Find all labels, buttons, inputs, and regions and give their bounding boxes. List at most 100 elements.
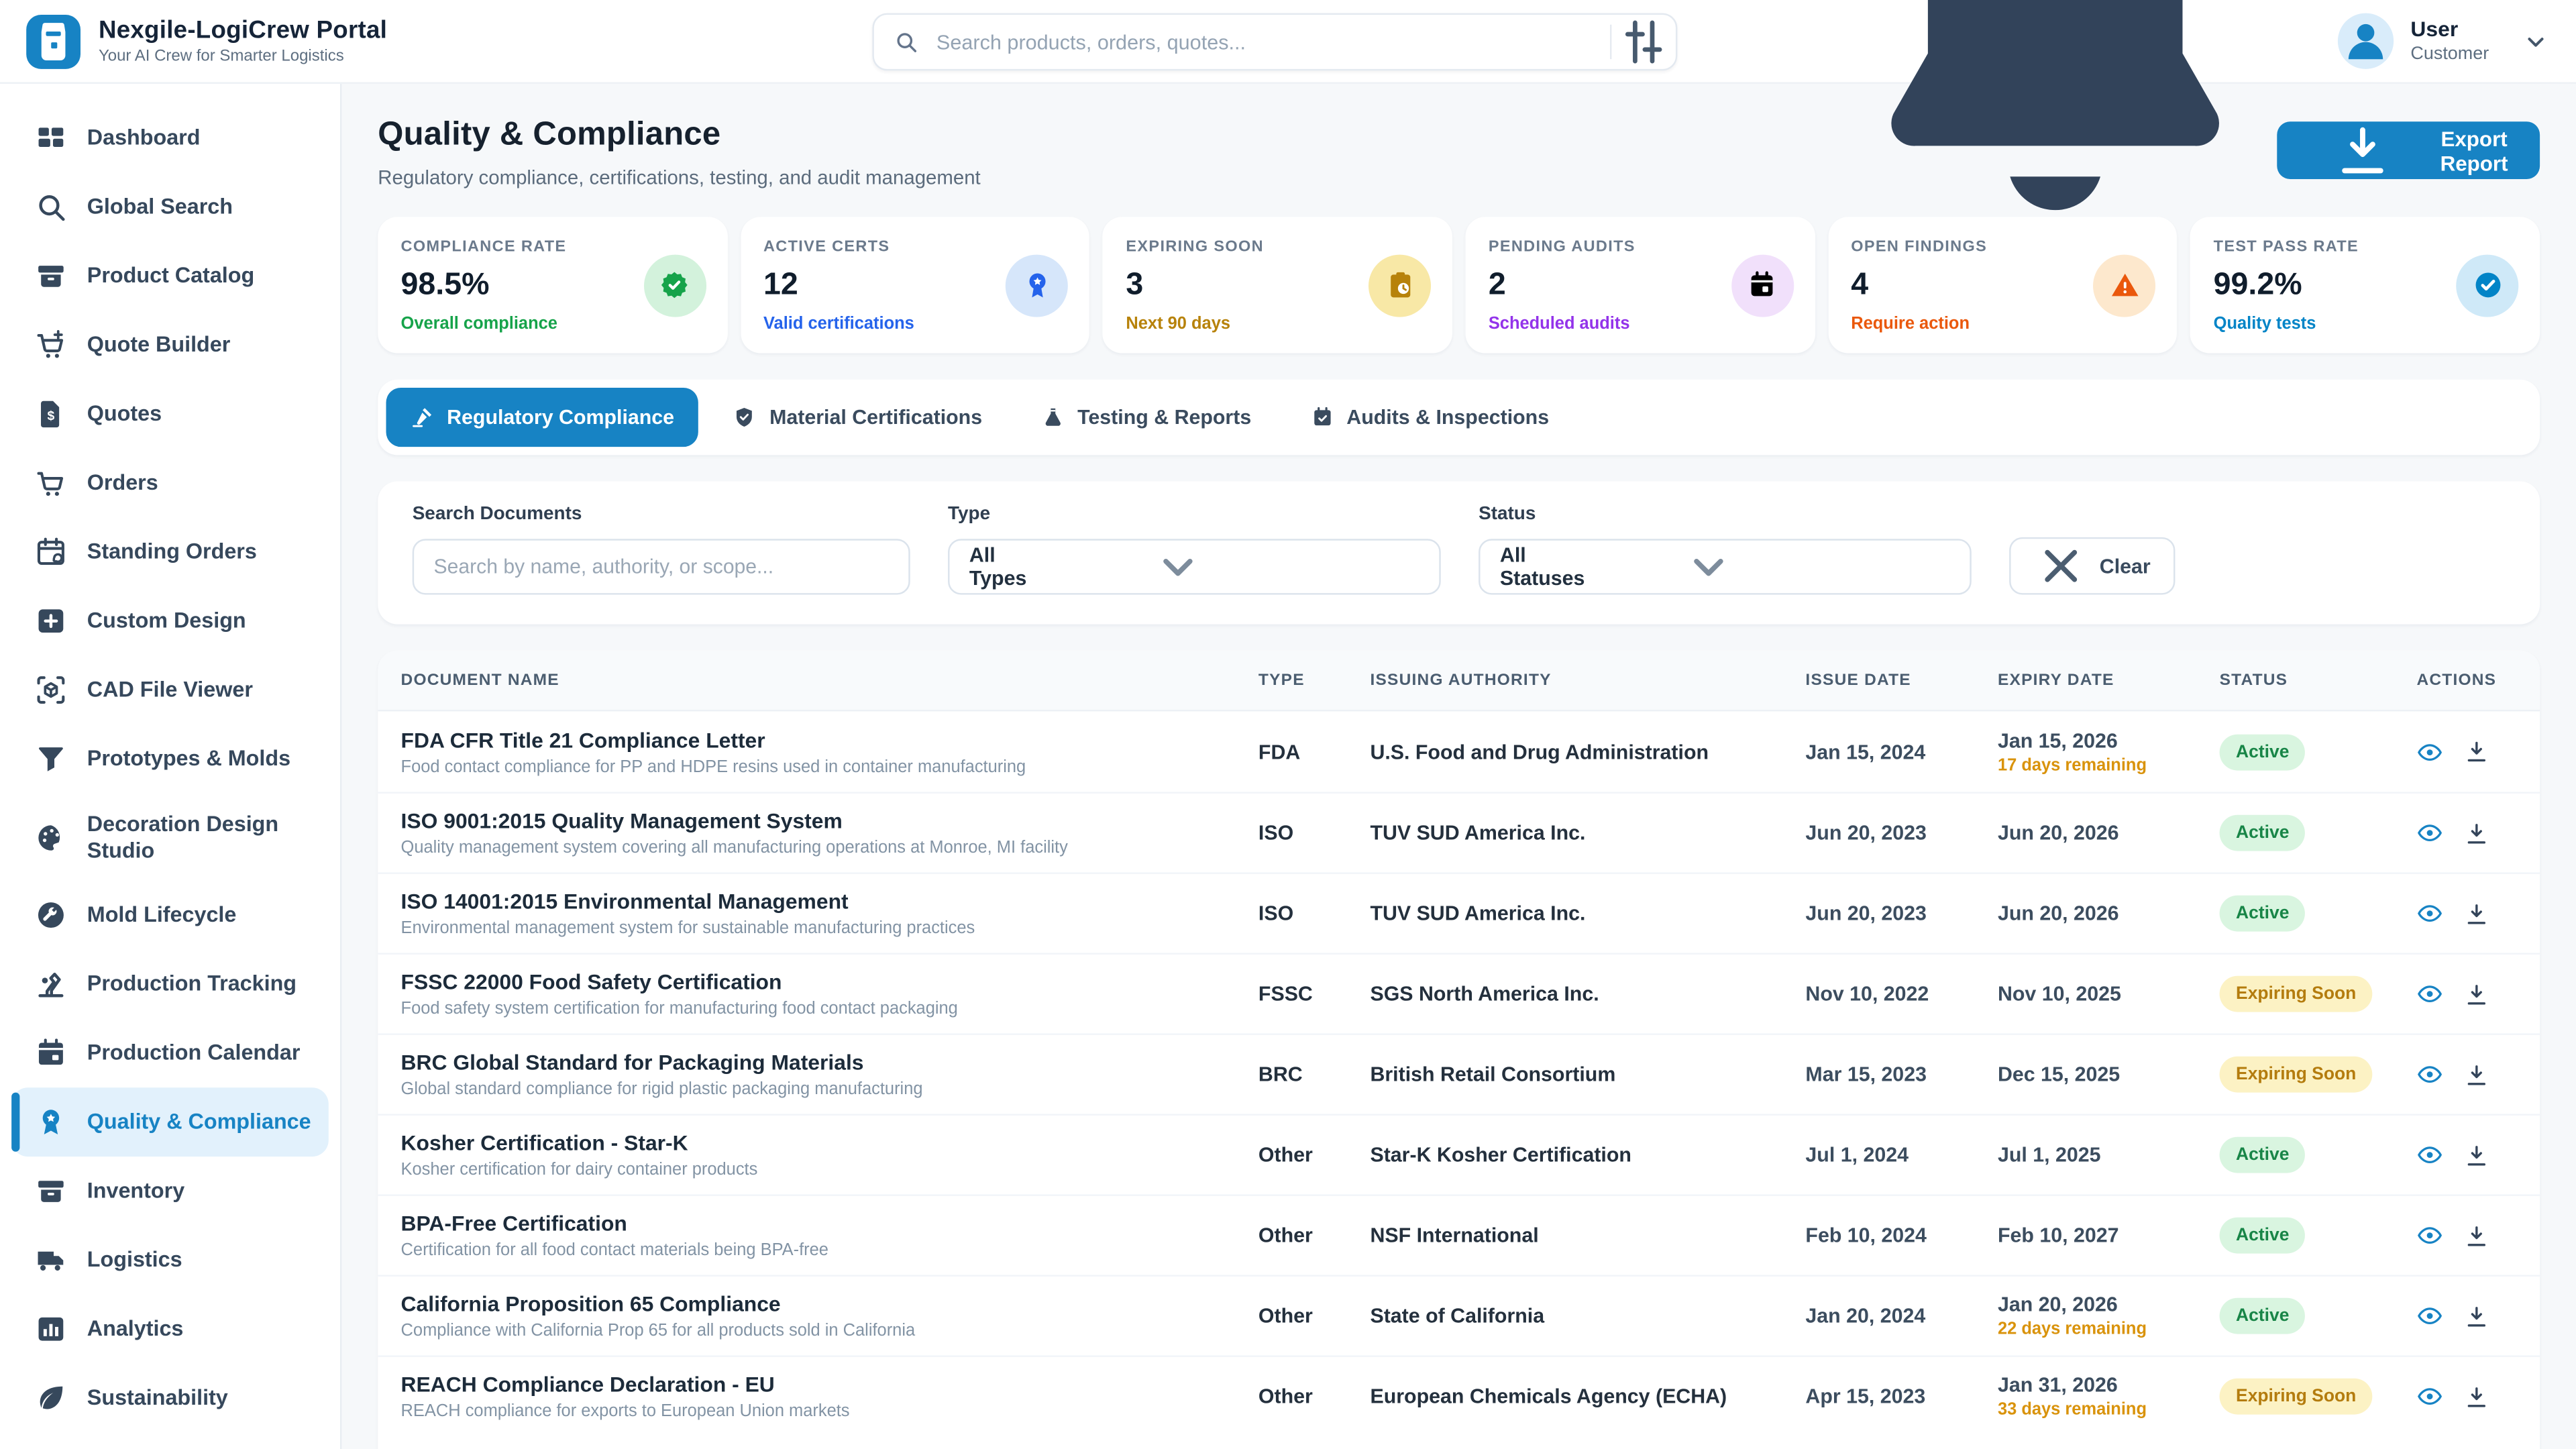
document-name: BRC Global Standard for Packaging Materi…: [401, 1050, 1258, 1075]
truck-icon: [34, 1244, 67, 1277]
calendar-icon: [34, 1036, 67, 1069]
document-cell: BRC Global Standard for Packaging Materi…: [401, 1050, 1258, 1099]
sidebar-item-quality-compliance[interactable]: Quality & Compliance: [11, 1087, 329, 1157]
type-cell: ISO: [1258, 902, 1371, 924]
stat-card-active-certs: ACTIVE CERTS12Valid certifications: [741, 217, 1090, 353]
notifications-button[interactable]: [1809, 0, 2302, 288]
sidebar-item-cad-file-viewer[interactable]: CAD File Viewer: [11, 655, 329, 724]
view-document-button[interactable]: [2416, 981, 2443, 1007]
cart-icon: [34, 467, 67, 500]
status-cell: Expiring Soon: [2220, 1057, 2417, 1093]
person-icon: [2339, 13, 2394, 69]
sidebar-item-logistics[interactable]: Logistics: [11, 1226, 329, 1295]
clipboard-clock-icon: [1368, 254, 1431, 316]
tab-audits-inspections[interactable]: Audits & Inspections: [1286, 388, 1574, 447]
palette-icon: [34, 820, 67, 853]
sidebar-item-production-tracking[interactable]: Production Tracking: [11, 950, 329, 1019]
sidebar: DashboardGlobal SearchProduct CatalogQuo…: [0, 84, 341, 1449]
sidebar-item-analytics[interactable]: Analytics: [11, 1295, 329, 1364]
avatar[interactable]: [2339, 13, 2394, 69]
box-icon: [34, 1175, 67, 1208]
sidebar-item-orders[interactable]: Orders: [11, 449, 329, 518]
sidebar-item-dashboard[interactable]: Dashboard: [11, 103, 329, 172]
sidebar-item-product-catalog[interactable]: Product Catalog: [11, 241, 329, 311]
download-document-button[interactable]: [2464, 981, 2490, 1007]
view-document-button[interactable]: [2416, 1383, 2443, 1409]
sidebar-item-label: Analytics: [87, 1316, 184, 1342]
view-document-button[interactable]: [2416, 739, 2443, 765]
status-badge: Active: [2220, 896, 2306, 932]
issuing-authority-cell: SGS North America Inc.: [1370, 982, 1805, 1005]
sidebar-item-sustainability[interactable]: Sustainability: [11, 1364, 329, 1433]
clear-filters-button[interactable]: Clear: [2009, 537, 2175, 595]
sidebar-item-custom-design[interactable]: Custom Design: [11, 586, 329, 655]
page-title-block: Quality & Compliance Regulatory complian…: [378, 117, 980, 189]
issue-date-cell: Jan 15, 2024: [1805, 740, 1998, 763]
type-cell: Other: [1258, 1304, 1371, 1327]
table-row: BPA-Free CertificationCertification for …: [378, 1194, 2540, 1275]
view-document-button[interactable]: [2416, 1222, 2443, 1248]
download-document-button[interactable]: [2464, 739, 2490, 765]
sidebar-item-production-calendar[interactable]: Production Calendar: [11, 1018, 329, 1087]
expiry-date: Jan 20, 2026: [1998, 1293, 2220, 1316]
view-document-button[interactable]: [2416, 1061, 2443, 1087]
stat-label: PENDING AUDITS: [1489, 238, 1792, 256]
document-name: FDA CFR Title 21 Compliance Letter: [401, 727, 1258, 752]
download-document-button[interactable]: [2464, 900, 2490, 926]
document-cell: ISO 14001:2015 Environmental ManagementE…: [401, 889, 1258, 938]
download-document-button[interactable]: [2464, 1303, 2490, 1329]
tab-testing-reports[interactable]: Testing & Reports: [1017, 388, 1276, 447]
sidebar-item-label: Global Search: [87, 194, 233, 219]
stat-label: EXPIRING SOON: [1126, 238, 1429, 256]
expiry-date-cell: Feb 10, 2027: [1998, 1224, 2220, 1246]
document-description: Environmental management system for sust…: [401, 920, 1258, 938]
download-document-button[interactable]: [2464, 1222, 2490, 1248]
view-document-button[interactable]: [2416, 1142, 2443, 1168]
tab-regulatory-compliance[interactable]: Regulatory Compliance: [386, 388, 699, 447]
actions-cell: [2416, 981, 2516, 1007]
sidebar-item-standing-orders[interactable]: Standing Orders: [11, 517, 329, 586]
tab-label: Audits & Inspections: [1346, 406, 1549, 429]
sidebar-item-global-search[interactable]: Global Search: [11, 172, 329, 241]
issue-date-cell: Jul 1, 2024: [1805, 1143, 1998, 1166]
sidebar-item-quote-builder[interactable]: Quote Builder: [11, 311, 329, 380]
search-input[interactable]: [933, 29, 1610, 55]
eye-icon: [2416, 1383, 2443, 1409]
check-badge-icon: [643, 254, 706, 316]
sidebar-item-label: Quotes: [87, 401, 162, 427]
view-document-button[interactable]: [2416, 1303, 2443, 1329]
sidebar-item-decoration-design-studio[interactable]: Decoration Design Studio: [11, 794, 329, 881]
document-cell: BPA-Free CertificationCertification for …: [401, 1211, 1258, 1260]
issue-date-cell: Apr 15, 2023: [1805, 1385, 1998, 1407]
export-report-button[interactable]: Export Report: [2276, 121, 2540, 179]
sidebar-item-quotes[interactable]: $Quotes: [11, 380, 329, 449]
type-filter-group: Type All Types: [948, 504, 1441, 595]
download-document-button[interactable]: [2464, 1061, 2490, 1087]
status-cell: Expiring Soon: [2220, 1379, 2417, 1415]
search-filter-button[interactable]: [1611, 15, 1676, 69]
download-document-button[interactable]: [2464, 1383, 2490, 1409]
tab-material-certifications[interactable]: Material Certifications: [708, 388, 1006, 447]
download-document-button[interactable]: [2464, 1142, 2490, 1168]
status-select[interactable]: All Statuses: [1479, 539, 1972, 594]
sidebar-item-mold-lifecycle[interactable]: Mold Lifecycle: [11, 881, 329, 950]
document-cell: REACH Compliance Declaration - EUREACH c…: [401, 1372, 1258, 1421]
document-search-input[interactable]: [413, 539, 910, 594]
download-document-button[interactable]: [2464, 820, 2490, 846]
sidebar-item-label: Dashboard: [87, 125, 201, 151]
sidebar-item-prototypes-molds[interactable]: Prototypes & Molds: [11, 724, 329, 794]
user-menu-button[interactable]: [2522, 27, 2550, 55]
top-right-group: User Customer: [1809, 0, 2550, 82]
table-row: BRC Global Standard for Packaging Materi…: [378, 1033, 2540, 1114]
document-cell: ISO 9001:2015 Quality Management SystemQ…: [401, 808, 1258, 857]
status-cell: Active: [2220, 815, 2417, 851]
type-select[interactable]: All Types: [948, 539, 1441, 594]
check-circle-icon: [2456, 254, 2518, 316]
sidebar-item-inventory[interactable]: Inventory: [11, 1157, 329, 1226]
view-document-button[interactable]: [2416, 900, 2443, 926]
document-description: Certification for all food contact mater…: [401, 1242, 1258, 1260]
expiry-date-cell: Jan 15, 202617 days remaining: [1998, 729, 2220, 775]
eye-icon: [2416, 1142, 2443, 1168]
view-document-button[interactable]: [2416, 820, 2443, 846]
download-icon: [2464, 1223, 2489, 1248]
